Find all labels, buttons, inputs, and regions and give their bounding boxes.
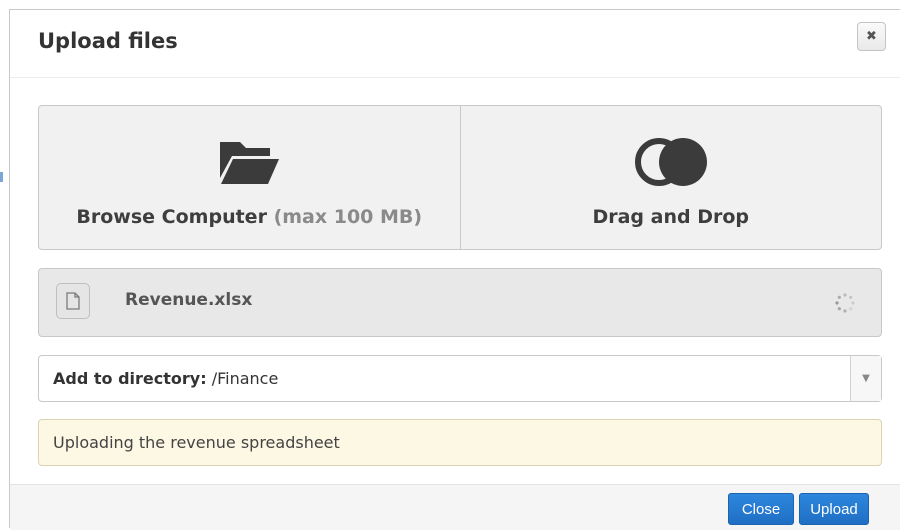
- upload-files-dialog: Upload files ✖ Browse Computer (max 100 …: [9, 9, 900, 530]
- drag-drop-label: Drag and Drop: [592, 206, 750, 228]
- close-x-icon: ✖: [866, 29, 877, 44]
- directory-label: Add to directory:: [53, 369, 207, 388]
- directory-select-text: Add to directory: /Finance: [53, 369, 278, 388]
- upload-options: Browse Computer (max 100 MB) Drag and Dr…: [38, 105, 882, 250]
- caret-down-icon[interactable]: ▼: [850, 356, 881, 401]
- browse-computer-label: Browse Computer (max 100 MB): [76, 206, 422, 228]
- close-button[interactable]: Close: [728, 493, 794, 525]
- upload-note-field[interactable]: Uploading the revenue spreadsheet: [38, 419, 882, 466]
- browse-computer-button[interactable]: Browse Computer (max 100 MB): [39, 106, 460, 249]
- background-accent-mark: [0, 172, 3, 182]
- drag-and-drop-area[interactable]: Drag and Drop: [459, 106, 882, 249]
- loading-spinner-icon: [834, 292, 856, 314]
- dialog-title: Upload files: [38, 29, 178, 53]
- file-name: Revenue.xlsx: [125, 290, 253, 310]
- upload-note-text: Uploading the revenue spreadsheet: [53, 433, 340, 452]
- directory-select[interactable]: Add to directory: /Finance ▼: [38, 355, 882, 402]
- close-x-button[interactable]: ✖: [857, 22, 886, 51]
- file-icon: [56, 283, 90, 319]
- dialog-footer: Close Upload: [10, 484, 900, 530]
- file-list-item: Revenue.xlsx: [38, 268, 882, 337]
- drag-drop-circles-icon: [633, 136, 709, 188]
- upload-button[interactable]: Upload: [799, 493, 869, 525]
- directory-value: /Finance: [211, 369, 279, 388]
- browse-label-text: Browse Computer: [76, 206, 267, 228]
- dialog-header: Upload files ✖: [10, 10, 900, 78]
- folder-open-icon: [218, 136, 280, 188]
- max-size-text: (max 100 MB): [273, 206, 423, 228]
